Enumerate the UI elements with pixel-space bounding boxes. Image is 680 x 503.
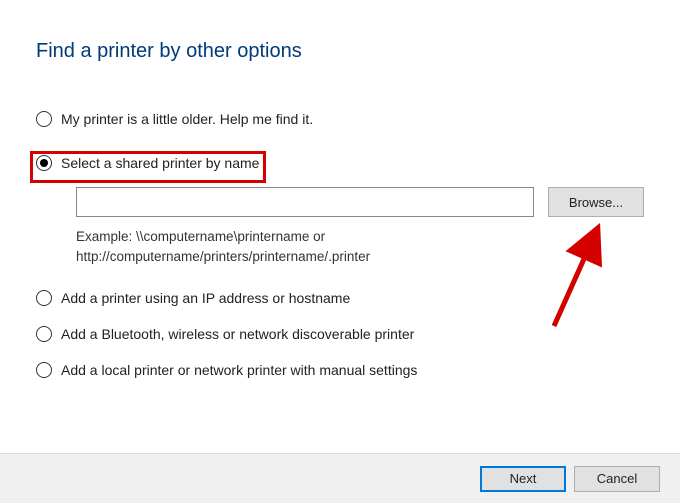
browse-button[interactable]: Browse...: [548, 187, 644, 217]
radio-dot-icon: [40, 159, 48, 167]
option-older-printer[interactable]: My printer is a little older. Help me fi…: [36, 111, 644, 127]
printer-name-input[interactable]: [76, 187, 534, 217]
cancel-button[interactable]: Cancel: [574, 466, 660, 492]
option-label: Select a shared printer by name: [61, 155, 259, 171]
shared-printer-section: Browse... Example: \\computername\printe…: [36, 187, 644, 266]
example-text: Example: \\computername\printername or h…: [76, 227, 476, 266]
page-title: Find a printer by other options: [36, 40, 644, 63]
radio-icon: [36, 326, 52, 342]
example-line2: http://computername/printers/printername…: [76, 249, 370, 264]
radio-icon: [36, 290, 52, 306]
footer-bar: Next Cancel: [0, 453, 680, 503]
printer-options-group: My printer is a little older. Help me fi…: [36, 111, 644, 398]
option-label: Add a Bluetooth, wireless or network dis…: [61, 326, 414, 342]
example-line1: Example: \\computername\printername or: [76, 229, 325, 244]
option-local-printer[interactable]: Add a local printer or network printer w…: [36, 362, 644, 378]
radio-icon: [36, 111, 52, 127]
option-ip-address[interactable]: Add a printer using an IP address or hos…: [36, 290, 644, 306]
option-shared-printer[interactable]: Select a shared printer by name: [36, 155, 644, 171]
option-label: My printer is a little older. Help me fi…: [61, 111, 313, 127]
option-label: Add a local printer or network printer w…: [61, 362, 417, 378]
radio-icon: [36, 362, 52, 378]
next-button[interactable]: Next: [480, 466, 566, 492]
option-bluetooth[interactable]: Add a Bluetooth, wireless or network dis…: [36, 326, 644, 342]
radio-icon-selected: [36, 155, 52, 171]
option-label: Add a printer using an IP address or hos…: [61, 290, 350, 306]
